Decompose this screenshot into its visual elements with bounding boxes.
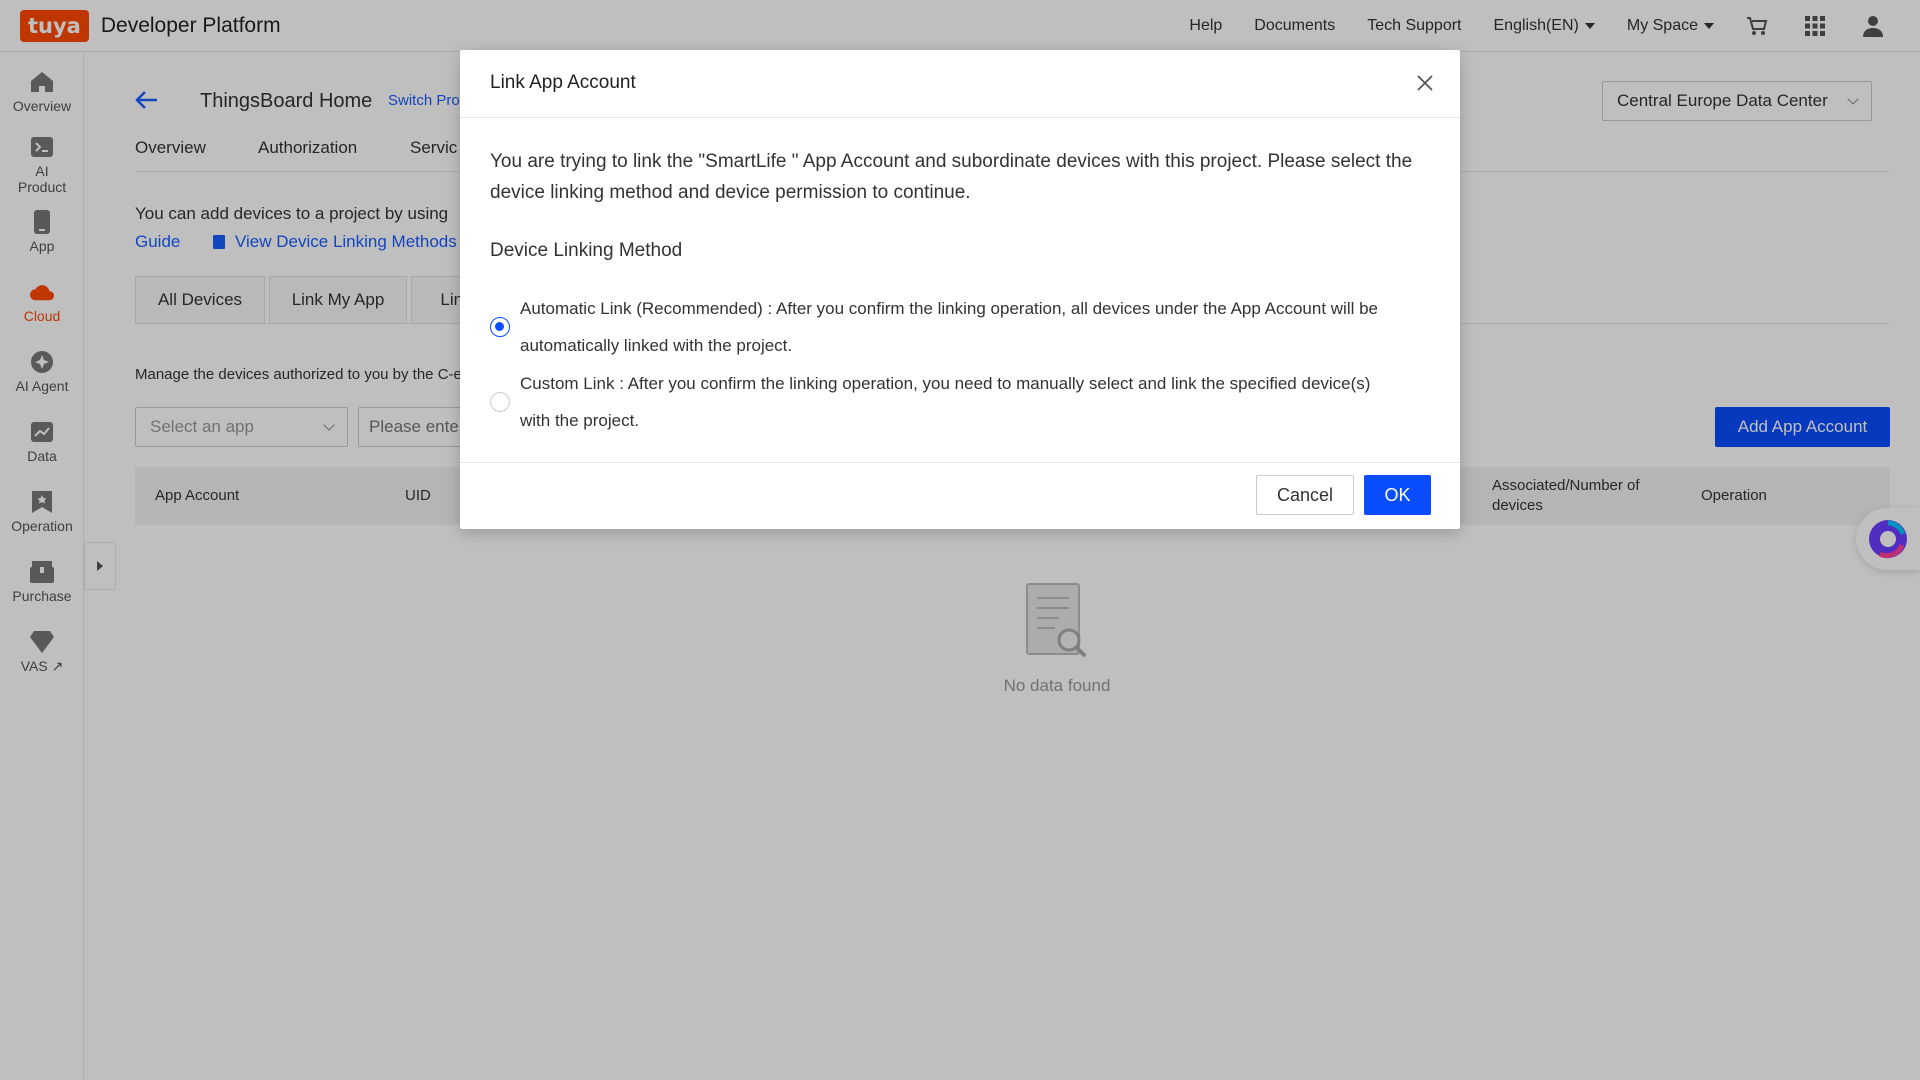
custom-link-label: Custom Link : After you confirm the link… [520, 374, 1371, 430]
dialog-message: You are trying to link the "SmartLife " … [490, 151, 1413, 203]
dialog-header: Link App Account [460, 50, 1460, 118]
linking-method-heading: Device Linking Method [490, 240, 683, 261]
automatic-link-label: Automatic Link (Recommended) : After you… [520, 299, 1379, 355]
link-app-account-dialog: Link App Account You are trying to link … [460, 50, 1460, 529]
custom-link-radio[interactable] [490, 392, 510, 412]
cancel-button[interactable]: Cancel [1256, 475, 1354, 515]
automatic-link-radio[interactable] [490, 317, 510, 337]
close-icon[interactable] [1415, 73, 1435, 93]
dialog-footer: Cancel OK [460, 462, 1460, 529]
ok-button[interactable]: OK [1364, 475, 1431, 515]
dialog-title: Link App Account [490, 72, 636, 93]
option-automatic-link[interactable]: Automatic Link (Recommended) : After you… [490, 290, 1430, 364]
option-custom-link[interactable]: Custom Link : After you confirm the link… [490, 365, 1430, 439]
